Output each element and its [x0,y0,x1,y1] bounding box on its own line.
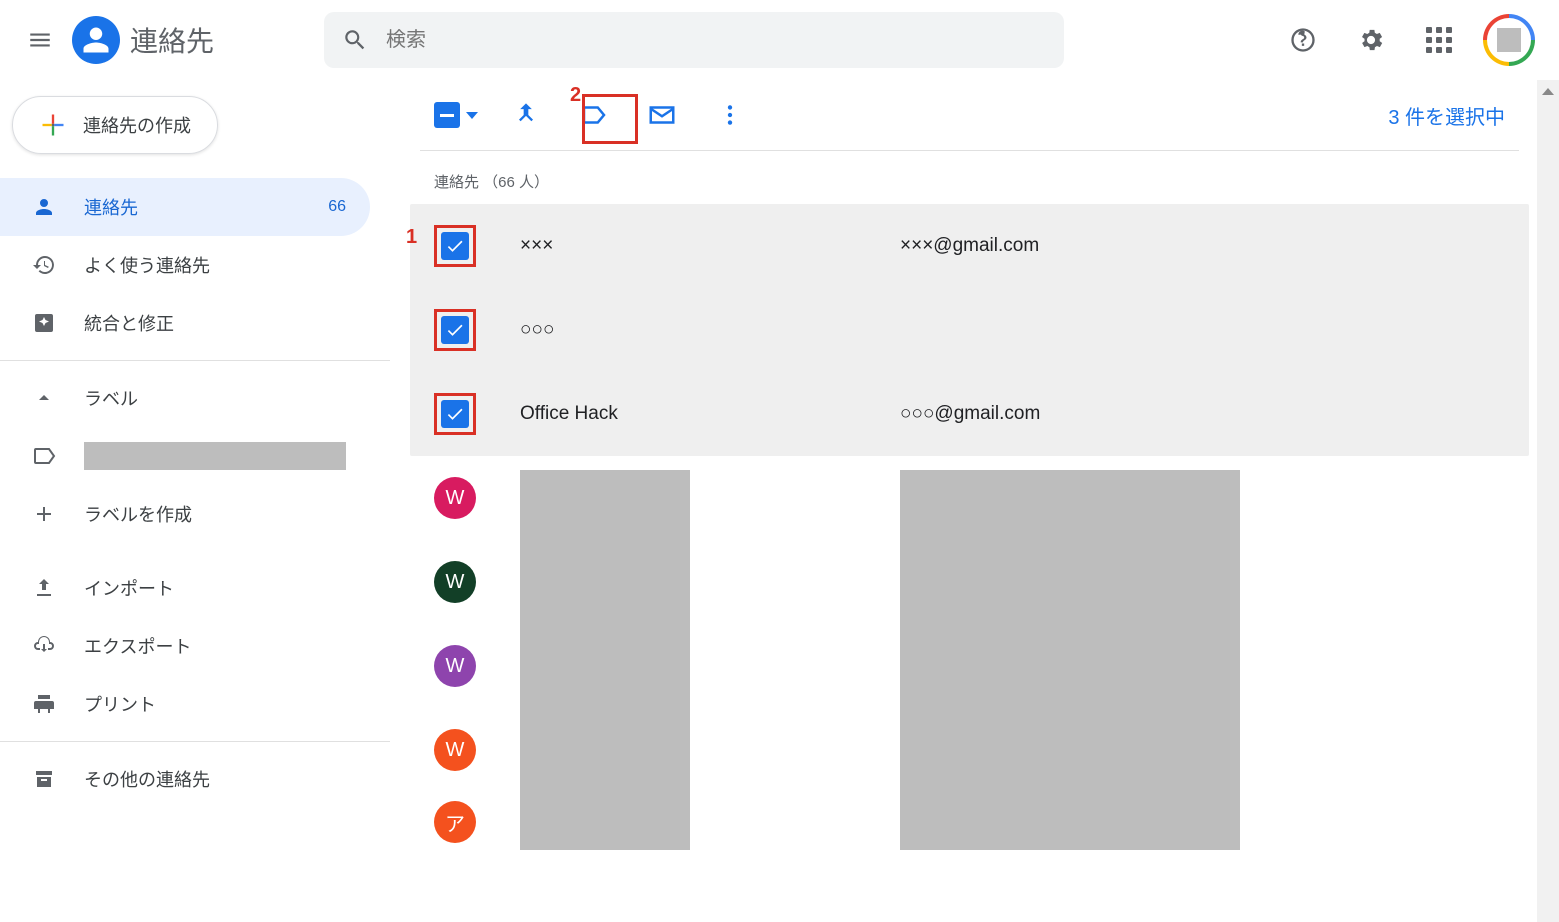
gear-icon [1357,26,1385,54]
divider [420,150,1519,151]
manage-labels-button[interactable] [574,95,614,135]
sidebar-item-label: ラベル [84,385,138,411]
redacted-names-column [520,470,690,850]
avatar [1497,28,1521,52]
sidebar-item-frequent[interactable]: よく使う連絡先 [0,236,370,294]
email-button[interactable] [642,95,682,135]
contact-row[interactable]: ○○○ [410,288,1529,372]
plus-small-icon [32,502,56,526]
avatar: ア [434,801,476,843]
contact-name: Office Hack [520,403,900,425]
person-outline-icon [32,195,56,219]
help-button[interactable] [1279,16,1327,64]
avatar: W [434,645,476,687]
merge-icon [512,101,540,129]
archive-icon [32,767,56,791]
sidebar-item-label: 統合と修正 [84,310,174,336]
sidebar-item-label: インポート [84,575,174,601]
vertical-scrollbar[interactable] [1537,80,1559,922]
merge-fix-icon [32,311,56,335]
checkbox-checked-icon[interactable] [441,400,469,428]
apps-grid-icon [1426,27,1452,53]
chevron-up-icon [32,386,56,410]
contact-email: ×××@gmail.com [900,235,1039,257]
triangle-up-icon [1542,88,1554,95]
list-section-header: 連絡先 （66 人） [410,159,1529,204]
sidebar-import[interactable]: インポート [0,559,370,617]
selection-toolbar: 3 件を選択中 [410,80,1529,150]
sidebar-item-label: 連絡先 [84,194,138,220]
select-all-toggle[interactable] [434,102,478,128]
sidebar-item-label: よく使う連絡先 [84,252,210,278]
label-outline-icon [579,100,609,130]
indeterminate-checkbox-icon [434,102,460,128]
create-contact-button[interactable]: 連絡先の作成 [12,96,218,154]
settings-button[interactable] [1347,16,1395,64]
sidebar-item-label: ラベルを作成 [84,501,192,527]
contact-name: ××× [520,235,900,257]
plus-icon [39,111,67,139]
mail-icon [647,100,677,130]
main-menu-button[interactable] [16,16,64,64]
scroll-up-button[interactable] [1537,80,1559,102]
checkbox-checked-icon[interactable] [441,232,469,260]
hamburger-icon [27,27,53,53]
search-input[interactable] [386,29,1046,52]
more-vert-icon [717,102,743,128]
divider [0,741,390,742]
selection-count: 3 件を選択中 [1388,101,1505,130]
main-content: 2 [390,80,1559,922]
contact-name: ○○○ [520,319,900,341]
apps-button[interactable] [1415,16,1463,64]
contact-list: ××× ×××@gmail.com ○○○ [410,204,1529,852]
sidebar-item-merge[interactable]: 統合と修正 [0,294,370,352]
avatar: W [434,477,476,519]
avatar: W [434,729,476,771]
sidebar-item-contacts[interactable]: 連絡先 66 [0,178,370,236]
sidebar: 連絡先の作成 連絡先 66 よく使う連絡先 統合と修正 ラベル [0,80,390,922]
sidebar-print[interactable]: プリント [0,675,370,733]
contact-row[interactable]: Office Hack ○○○@gmail.com [410,372,1529,456]
header: 連絡先 [0,0,1559,80]
person-icon [81,25,111,55]
contacts-count: 66 [328,198,346,216]
app-logo [72,16,120,64]
merge-button[interactable] [506,95,546,135]
help-icon [1289,26,1317,54]
export-icon [32,634,56,658]
sidebar-other-contacts[interactable]: その他の連絡先 [0,750,370,808]
redacted-label [84,442,346,470]
account-button[interactable] [1483,14,1535,66]
sidebar-export[interactable]: エクスポート [0,617,370,675]
checkbox-checked-icon[interactable] [441,316,469,344]
sidebar-labels-header[interactable]: ラベル [0,369,370,427]
caret-down-icon [466,112,478,119]
label-icon [32,444,56,468]
history-icon [32,253,56,277]
divider [0,360,390,361]
contact-row[interactable]: ××× ×××@gmail.com [410,204,1529,288]
search-icon [342,27,368,53]
redacted-emails-column [900,470,1240,850]
import-icon [32,576,56,600]
search-box[interactable] [324,12,1064,68]
avatar: W [434,561,476,603]
sidebar-label-item[interactable] [0,427,370,485]
app-title: 連絡先 [130,20,214,60]
print-icon [32,692,56,716]
more-actions-button[interactable] [710,95,750,135]
sidebar-create-label[interactable]: ラベルを作成 [0,485,370,543]
contact-email: ○○○@gmail.com [900,403,1040,425]
create-contact-label: 連絡先の作成 [83,112,191,138]
sidebar-item-label: その他の連絡先 [84,766,210,792]
sidebar-item-label: プリント [84,691,156,717]
sidebar-item-label: エクスポート [84,633,191,659]
